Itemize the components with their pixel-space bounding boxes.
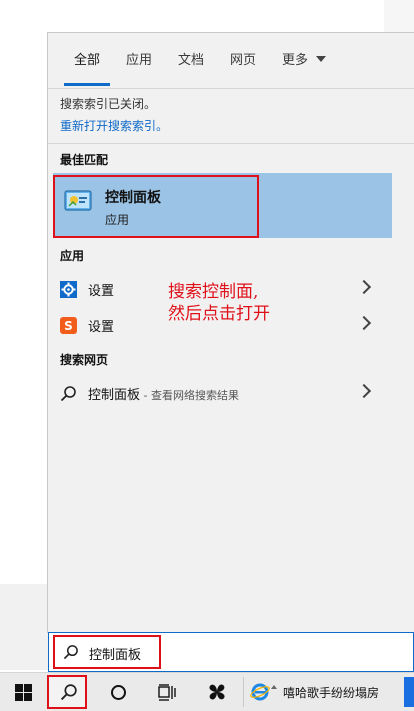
chevron-right-icon[interactable] xyxy=(356,383,372,399)
chevron-right-icon[interactable] xyxy=(356,315,372,331)
web-search-query: 控制面板 xyxy=(88,388,141,403)
tab-documents[interactable]: 文档 xyxy=(178,49,204,68)
annotation-highlight-box xyxy=(53,175,259,238)
search-box[interactable]: 控制面板 xyxy=(48,632,414,672)
web-search-heading: 搜索网页 xyxy=(60,353,109,367)
taskbar-app-title[interactable]: 嘻哈歌手纷纷塌房 xyxy=(283,684,379,701)
background-bottom-left xyxy=(0,584,48,670)
windows-start-icon[interactable] xyxy=(15,684,32,701)
taskbar-divider xyxy=(243,677,244,707)
app-result-label: 设置 xyxy=(88,284,115,299)
filter-tabs: 全部 应用 文档 网页 更多 xyxy=(48,33,414,89)
svg-text:S: S xyxy=(64,319,73,333)
search-icon xyxy=(60,684,77,701)
task-view-icon[interactable] xyxy=(158,684,178,701)
apps-heading: 应用 xyxy=(60,249,85,263)
background-top xyxy=(0,0,384,34)
tab-web[interactable]: 网页 xyxy=(230,49,256,68)
search-icon xyxy=(60,386,76,402)
annotation-line: 然后点击打开 xyxy=(168,304,270,324)
divider xyxy=(48,143,414,144)
chevron-right-icon[interactable] xyxy=(356,279,372,295)
best-match-heading: 最佳匹配 xyxy=(60,153,109,167)
ie-browser-icon[interactable] xyxy=(250,682,270,702)
chevron-up-icon[interactable] xyxy=(271,685,277,689)
chevron-down-icon[interactable] xyxy=(316,56,326,62)
taskbar-app-indicator[interactable] xyxy=(404,677,414,707)
cortana-icon[interactable] xyxy=(110,684,127,701)
web-search-label: 控制面板 - 查看网络搜索结果 xyxy=(88,384,239,403)
annotation-line: 搜索控制面, xyxy=(168,282,259,302)
app-result-label: 设置 xyxy=(88,320,115,335)
reenable-index-link[interactable]: 重新打开搜索索引。 xyxy=(60,117,168,134)
web-search-suffix: - 查看网络搜索结果 xyxy=(140,389,239,402)
index-notice: 搜索索引已关闭。 xyxy=(60,97,157,111)
pinwheel-app-icon[interactable] xyxy=(206,681,228,703)
active-tab-indicator xyxy=(64,83,110,86)
sogou-s-icon: S xyxy=(60,317,77,334)
gear-icon xyxy=(60,281,77,298)
divider xyxy=(48,88,414,89)
tutorial-annotation: 搜索控制面, 然后点击打开 xyxy=(168,281,270,325)
annotation-highlight-box xyxy=(53,635,161,669)
taskbar: 嘻哈歌手纷纷塌房 xyxy=(0,672,414,711)
tab-apps[interactable]: 应用 xyxy=(126,49,152,68)
web-search-result[interactable]: 控制面板 - 查看网络搜索结果 xyxy=(48,375,414,411)
tab-more[interactable]: 更多 xyxy=(282,49,308,68)
search-results-panel: 全部 应用 文档 网页 更多 搜索索引已关闭。 重新打开搜索索引。 最佳匹配 控… xyxy=(47,32,414,633)
tab-all[interactable]: 全部 xyxy=(74,49,100,68)
